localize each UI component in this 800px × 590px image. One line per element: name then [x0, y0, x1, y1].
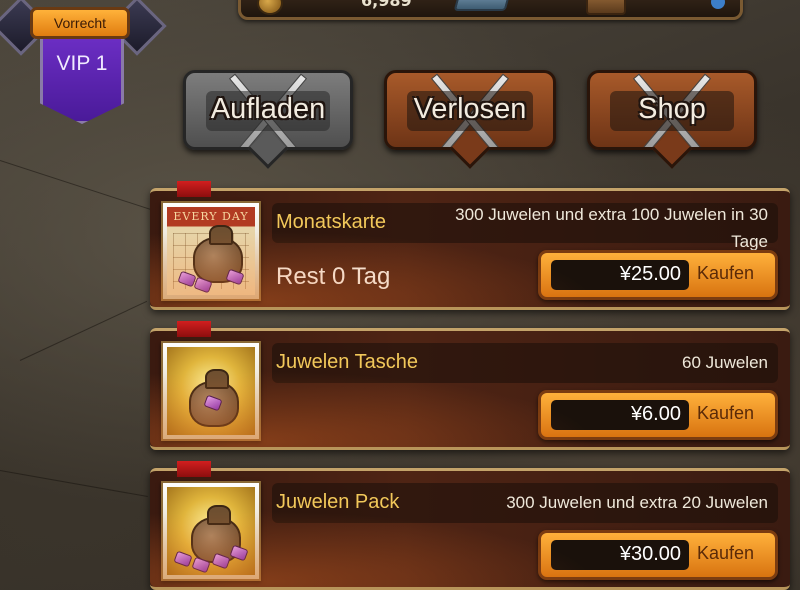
- shop-item-juwelen-pack: Juwelen Pack 300 Juwelen und extra 20 Ju…: [150, 461, 790, 590]
- buy-button[interactable]: ¥25.00 Kaufen: [538, 250, 778, 300]
- buy-label: Kaufen: [697, 403, 755, 423]
- ribbon-decoration: [177, 321, 211, 337]
- item-icon-frame: [161, 481, 261, 581]
- chest-icon: [586, 0, 626, 15]
- vip-privilege-button[interactable]: Vorrecht: [30, 7, 130, 39]
- coin-icon: [257, 0, 283, 15]
- vip-level: VIP 1: [56, 52, 108, 75]
- tab-verlosen[interactable]: Verlosen: [384, 70, 556, 169]
- item-icon-frame: EVERY DAY: [161, 201, 261, 301]
- gem-pack-icon: [167, 487, 255, 575]
- background-crack: [0, 470, 148, 498]
- gem-icon: [711, 0, 725, 9]
- tab-label: Aufladen: [210, 93, 326, 125]
- buy-label: Kaufen: [697, 263, 755, 283]
- ribbon-decoration: [177, 181, 211, 197]
- background-crack: [0, 160, 172, 217]
- vip-badge[interactable]: VIP 1 Vorrecht: [0, 0, 167, 130]
- buy-button[interactable]: ¥6.00 Kaufen: [538, 390, 778, 440]
- vip-banner: [40, 30, 124, 124]
- item-description: 60 Juwelen: [681, 353, 768, 372]
- item-title: Juwelen Pack: [276, 491, 400, 513]
- shop-item-monatskarte: EVERY DAY Monatskarte 300 Juwelen und ex…: [150, 181, 790, 310]
- price-label: ¥25.00: [619, 263, 681, 285]
- item-description: 300 Juwelen und extra 100 Juwelen in 30 …: [455, 205, 768, 251]
- item-title: Juwelen Tasche: [276, 351, 418, 373]
- buy-label: Kaufen: [697, 543, 755, 563]
- resource-bar: 6,989: [238, 0, 743, 20]
- tab-label: Shop: [638, 93, 706, 125]
- background-crack: [19, 300, 148, 361]
- item-title: Monatskarte: [276, 211, 387, 233]
- small-gem-bag-icon: [167, 347, 255, 435]
- buy-button[interactable]: ¥30.00 Kaufen: [538, 530, 778, 580]
- gem-icon: [173, 550, 193, 568]
- tab-aufladen[interactable]: Aufladen: [183, 70, 353, 169]
- ribbon-decoration: [177, 461, 211, 477]
- item-description: 300 Juwelen und extra 20 Juwelen: [506, 493, 768, 512]
- remaining-days: Rest 0 Tag: [276, 263, 391, 290]
- tab-shop[interactable]: Shop: [587, 70, 757, 169]
- coin-count: 6,989: [361, 0, 412, 10]
- calendar-bag-icon: EVERY DAY: [167, 207, 255, 295]
- icon-caption: EVERY DAY: [173, 210, 249, 223]
- ticket-icon: [453, 0, 511, 11]
- tab-label: Verlosen: [413, 93, 527, 125]
- item-icon-frame: [161, 341, 261, 441]
- price-label: ¥6.00: [630, 403, 681, 425]
- shop-item-juwelen-tasche: Juwelen Tasche 60 Juwelen ¥6.00 Kaufen: [150, 321, 790, 450]
- price-label: ¥30.00: [619, 543, 681, 565]
